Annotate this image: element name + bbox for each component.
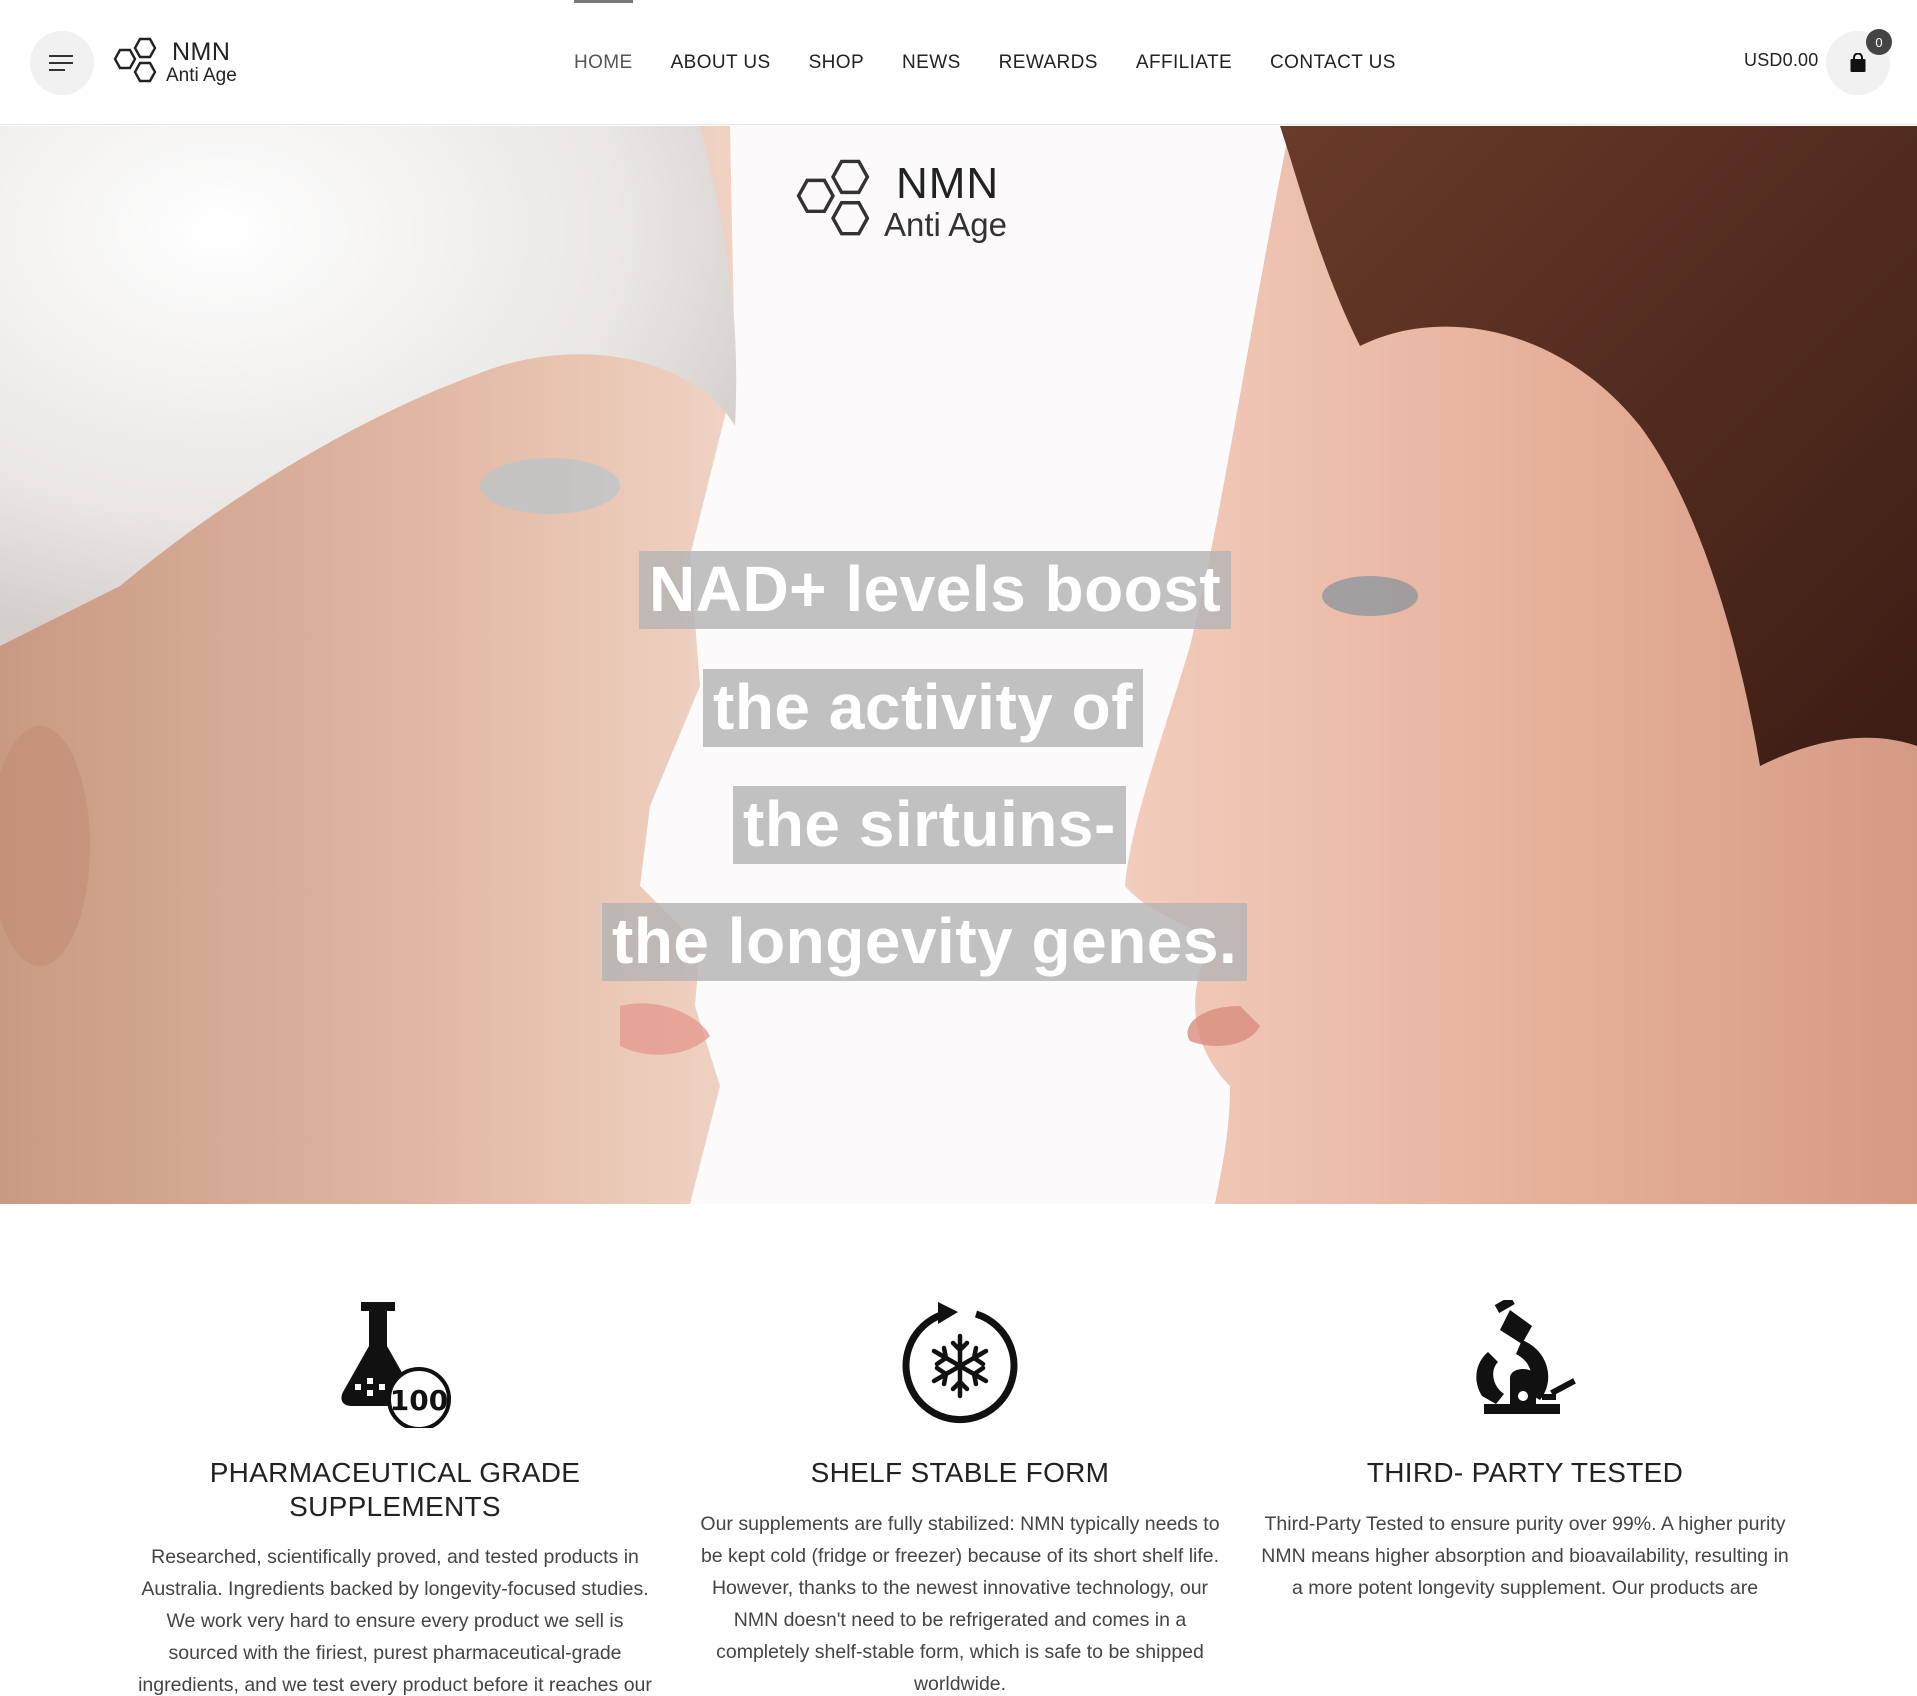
hamburger-icon [49,55,73,71]
nav-home[interactable]: HOME [574,0,633,125]
hero-headline-line1: NAD+ levels boost [639,551,1232,629]
feature-text: Our supplements are fully stabilized: NM… [700,1512,1220,1695]
site-logo[interactable]: NMN Anti Age [110,36,237,88]
nav-about-us[interactable]: ABOUT US [671,0,771,125]
feature-title: THIRD- PARTY TESTED [1366,1457,1684,1488]
hero-headline-line3: the sirtuins- [733,786,1126,864]
hero-banner: NMN Anti Age NAD+ levels boost the activ… [0,126,1917,1204]
features-section: 100 PHARMACEUTICAL GRADE SUPPLEMENTS Res… [0,1204,1917,1696]
feature-third-party-tested: THIRD- PARTY TESTED Third-Party Tested t… [1255,1204,1795,1604]
hexagon-logo-icon [113,37,157,83]
nav-rewards[interactable]: REWARDS [999,0,1098,125]
feature-text: Researched, scientifically proved, and t… [138,1546,652,1696]
hero-logo: NMN Anti Age [790,158,1007,244]
nav-contact-us[interactable]: CONTACT US [1270,0,1396,125]
site-header: NMN Anti Age HOME ABOUT US SHOP NEWS REW… [0,0,1917,125]
feature-text: Third-Party Tested to ensure purity over… [1261,1512,1789,1599]
hero-logo-line1: NMN [896,158,1000,208]
nav-affiliate[interactable]: AFFILIATE [1136,0,1232,125]
nav-shop[interactable]: SHOP [809,0,864,125]
logo-line1: NMN [172,37,231,66]
hero-logo-line2: Anti Age [884,205,1007,243]
hamburger-menu-button[interactable] [30,31,94,95]
hero-faces-image [0,126,1917,1204]
feature-shelf-stable: SHELF STABLE FORM Our supplements are fu… [690,1204,1230,1696]
flask-badge-text: 100 [390,1384,448,1417]
feature-title: PHARMACEUTICAL GRADE SUPPLEMENTS [209,1457,581,1522]
cart-total[interactable]: USD0.00 [1744,50,1818,71]
main-nav: HOME ABOUT US SHOP NEWS REWARDS AFFILIAT… [574,0,1434,125]
logo-line2: Anti Age [166,64,237,86]
microscope-icon [1476,1300,1576,1414]
hexagon-logo-icon [796,159,870,236]
shopping-bag-icon [1850,53,1866,72]
snowflake-cycle-icon [902,1302,1018,1423]
nav-news[interactable]: NEWS [902,0,961,125]
feature-pharmaceutical: 100 PHARMACEUTICAL GRADE SUPPLEMENTS Res… [125,1204,665,1696]
feature-title: SHELF STABLE FORM [810,1457,1110,1488]
hero-headline-line4: the longevity genes. [602,903,1248,981]
cart-count-badge: 0 [1866,29,1892,55]
hero-headline-line2: the activity of [703,669,1144,747]
flask-100-icon: 100 [341,1302,451,1428]
